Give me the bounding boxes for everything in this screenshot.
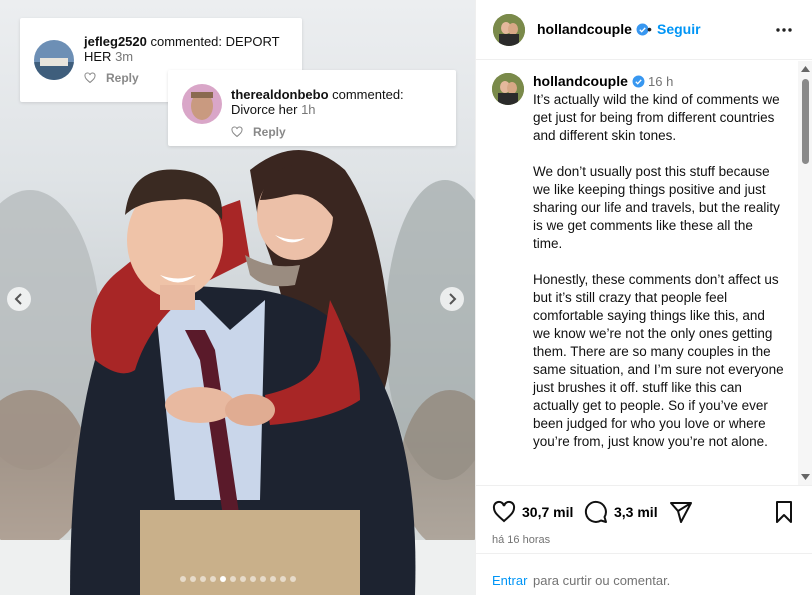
- carousel-dot: [280, 576, 286, 582]
- likes-count[interactable]: 30,7 mil: [522, 504, 573, 520]
- like-button[interactable]: 30,7 mil: [492, 500, 573, 524]
- carousel-dot: [250, 576, 256, 582]
- caption-section: hollandcouple 16 h It’s actually wild th…: [476, 61, 798, 485]
- comment-button[interactable]: 3,3 mil: [584, 500, 658, 524]
- reply-button[interactable]: Reply: [253, 125, 286, 139]
- post-details-panel: hollandcouple • Seguir hollandcouple 16 …: [475, 0, 812, 595]
- carousel-dot: [240, 576, 246, 582]
- login-link[interactable]: Entrar: [492, 573, 527, 588]
- more-options-icon[interactable]: [775, 21, 793, 39]
- login-to-comment-bar: Entrar para curtir ou comentar.: [476, 553, 812, 595]
- caption-time[interactable]: 16 h: [648, 74, 673, 89]
- carousel-dot: [220, 576, 226, 582]
- post-timestamp[interactable]: há 16 horas: [492, 534, 550, 546]
- share-button[interactable]: [669, 500, 693, 524]
- scroll-up-arrow-icon[interactable]: [801, 66, 810, 72]
- post-header: hollandcouple • Seguir: [476, 0, 812, 60]
- caption-text: It’s actually wild the kind of comments …: [533, 92, 784, 449]
- carousel-next-button[interactable]: [440, 287, 464, 311]
- carousel-dot: [260, 576, 266, 582]
- chevron-left-icon: [14, 293, 22, 305]
- carousel-prev-button[interactable]: [7, 287, 31, 311]
- scrollbar-thumb[interactable]: [802, 79, 809, 164]
- carousel-indicator: [180, 576, 296, 582]
- carousel-dot: [180, 576, 186, 582]
- comment-username: therealdonbebo: [231, 87, 329, 102]
- carousel-dot: [230, 576, 236, 582]
- save-button[interactable]: [772, 500, 796, 524]
- avatar[interactable]: [493, 14, 525, 46]
- post-photo: jefleg2520 commented: DEPORT HER 3m Repl…: [0, 0, 475, 595]
- scroll-down-arrow-icon[interactable]: [801, 474, 810, 480]
- login-prompt-text: para curtir ou comentar.: [533, 573, 671, 588]
- comment-username: jefleg2520: [84, 34, 147, 49]
- caption-scrollbar[interactable]: [798, 61, 812, 485]
- verified-badge-icon: [632, 75, 645, 88]
- heart-icon[interactable]: [231, 126, 243, 138]
- heart-icon[interactable]: [84, 72, 96, 84]
- heart-icon[interactable]: [492, 500, 516, 524]
- carousel-dot: [210, 576, 216, 582]
- carousel-dot: [190, 576, 196, 582]
- header-username[interactable]: hollandcouple: [537, 21, 649, 37]
- chevron-right-icon: [449, 293, 457, 305]
- comment-bubble-icon[interactable]: [584, 500, 608, 524]
- avatar[interactable]: [492, 73, 524, 105]
- bookmark-icon[interactable]: [772, 500, 796, 524]
- commenter-avatar: [182, 84, 222, 124]
- overlay-comment-2: therealdonbebo commented: Divorce her 1h…: [168, 70, 456, 146]
- reply-button[interactable]: Reply: [106, 71, 139, 85]
- caption-username[interactable]: hollandcouple: [533, 73, 645, 89]
- carousel-dot: [200, 576, 206, 582]
- comment-time: 3m: [115, 49, 134, 64]
- commenter-avatar: [34, 40, 74, 80]
- comments-count[interactable]: 3,3 mil: [614, 504, 658, 520]
- action-bar: 30,7 mil 3,3 mil há 16 horas: [476, 485, 812, 553]
- share-icon[interactable]: [669, 500, 693, 524]
- carousel-dot: [270, 576, 276, 582]
- separator-dot: •: [647, 21, 652, 37]
- comment-time: 1h: [301, 102, 316, 117]
- carousel-dot: [290, 576, 296, 582]
- follow-button[interactable]: Seguir: [657, 21, 701, 37]
